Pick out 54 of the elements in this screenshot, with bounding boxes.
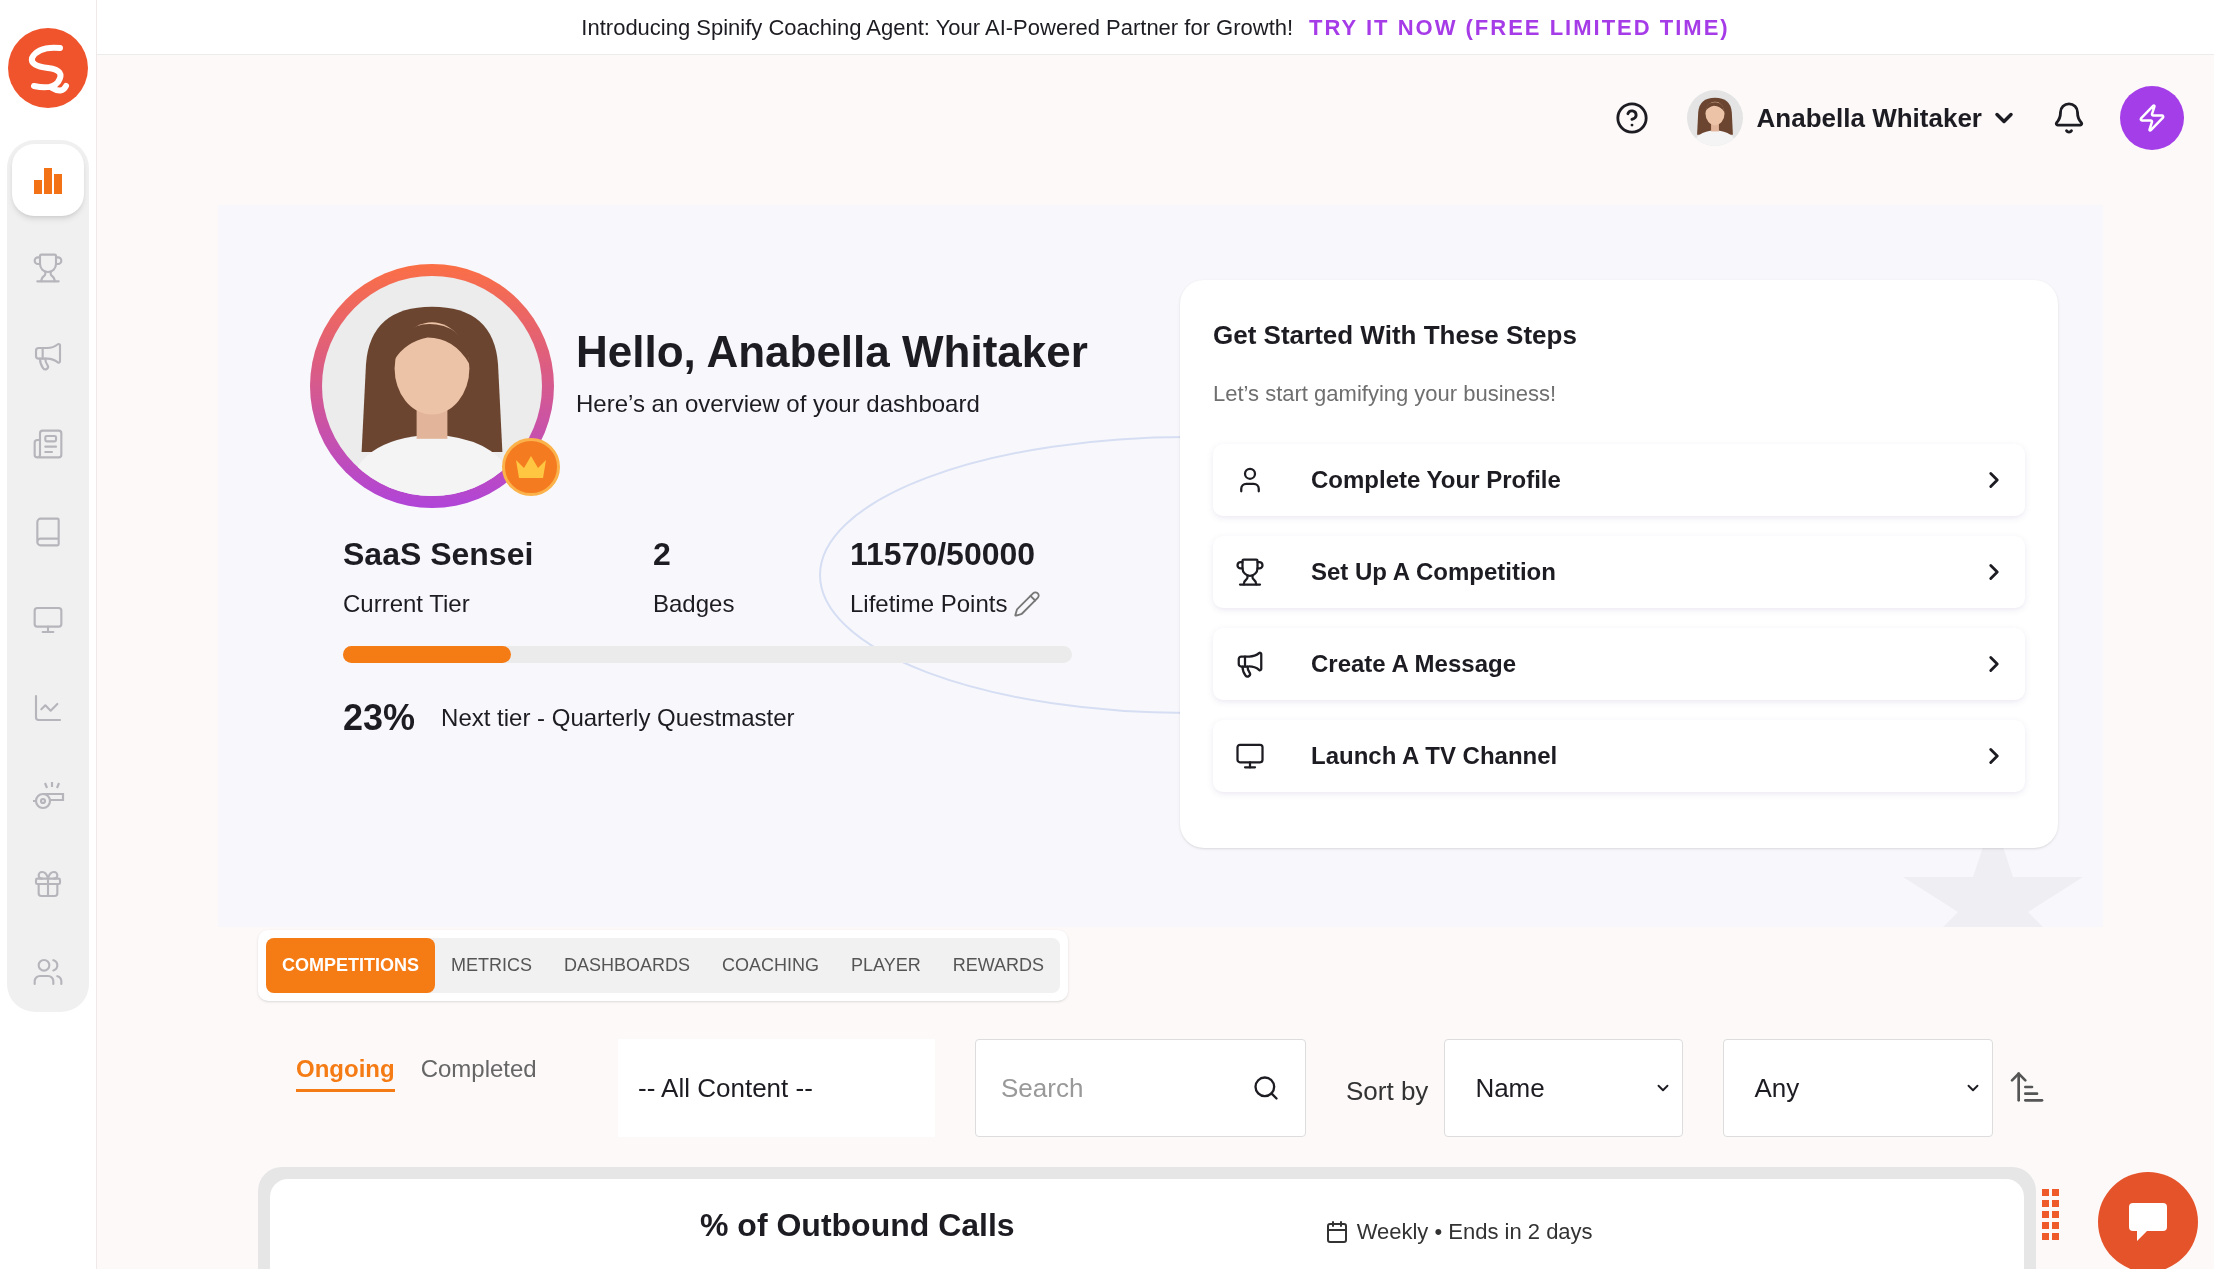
- tab[interactable]: COACHING: [706, 938, 836, 993]
- stat-value: SaaS Sensei: [343, 538, 535, 570]
- trophy-icon: [1235, 557, 1265, 587]
- steps-title: Get Started With These Steps: [1213, 319, 1578, 352]
- megaphone-icon: [32, 340, 64, 372]
- next-tier-text: Next tier - Quarterly Questmaster: [441, 703, 795, 733]
- competition-schedule: Weekly • Ends in 2 days: [1356, 1218, 1593, 1246]
- crown-icon: [514, 454, 548, 480]
- progress-percent: 23%: [343, 696, 416, 740]
- sort-select[interactable]: Name: [1444, 1039, 1684, 1137]
- stat-label: Current Tier: [343, 589, 470, 619]
- megaphone-icon: [1235, 649, 1265, 679]
- competition-title: % of Outbound Calls: [700, 1206, 1015, 1245]
- users-icon: [32, 956, 64, 988]
- tab[interactable]: DASHBOARDS: [548, 938, 707, 993]
- period-select[interactable]: Any: [1723, 1039, 1994, 1137]
- content-select[interactable]: -- All Content --: [618, 1039, 935, 1137]
- step-item[interactable]: Complete Your Profile: [1213, 444, 2025, 516]
- help-icon[interactable]: [1614, 101, 1649, 135]
- step-item[interactable]: Launch A TV Channel: [1213, 720, 2025, 792]
- greeting-subtitle: Here’s an overview of your dashboard: [576, 389, 981, 419]
- tab[interactable]: REWARDS: [936, 938, 1061, 993]
- monitor-icon: [32, 604, 64, 636]
- lightning-icon: [2137, 103, 2167, 133]
- sort-label: Sort by: [1346, 1075, 1429, 1108]
- steps-subtitle: Let’s start gamifying your business!: [1213, 380, 1558, 408]
- whistle-icon: [31, 781, 65, 811]
- stat-value: 2: [653, 538, 672, 570]
- step-item[interactable]: Create A Message: [1213, 628, 2025, 700]
- sidebar-item[interactable]: [12, 144, 84, 216]
- tab[interactable]: PLAYER: [835, 938, 937, 993]
- banner-text: Introducing Spinify Coaching Agent: Your AI-Powered Partner for Growth!: [581, 13, 1294, 42]
- stat-label: Lifetime Points: [850, 589, 1008, 619]
- newspaper-icon: [32, 428, 64, 460]
- drag-handle-icon: [2042, 1189, 2060, 1241]
- status-tab[interactable]: Completed: [420, 1051, 537, 1092]
- monitor-icon: [1235, 741, 1265, 771]
- tab[interactable]: METRICS: [435, 938, 548, 993]
- search-field[interactable]: Search: [975, 1039, 1306, 1137]
- greeting-heading: Hello, Anabella Whitaker: [576, 330, 1088, 374]
- search-input[interactable]: Search: [1001, 1068, 1252, 1108]
- notification-bell-icon[interactable]: [2052, 101, 2086, 135]
- stat-label: Badges: [653, 589, 735, 619]
- step-item[interactable]: Set Up A Competition: [1213, 536, 2025, 608]
- try-now-link[interactable]: TRY IT NOW (FREE LIMITED TIME): [1309, 10, 1730, 44]
- user-menu[interactable]: Anabella Whitaker: [1756, 98, 2018, 138]
- trophy-icon: [32, 252, 64, 284]
- edit-icon[interactable]: [1013, 590, 1042, 618]
- line-chart-icon: [32, 692, 64, 724]
- calendar-icon: [1324, 1219, 1349, 1244]
- logo-icon[interactable]: [8, 28, 88, 108]
- gift-icon: [32, 868, 64, 900]
- search-icon: [1252, 1074, 1280, 1102]
- stat-value: 11570/50000: [850, 538, 1037, 570]
